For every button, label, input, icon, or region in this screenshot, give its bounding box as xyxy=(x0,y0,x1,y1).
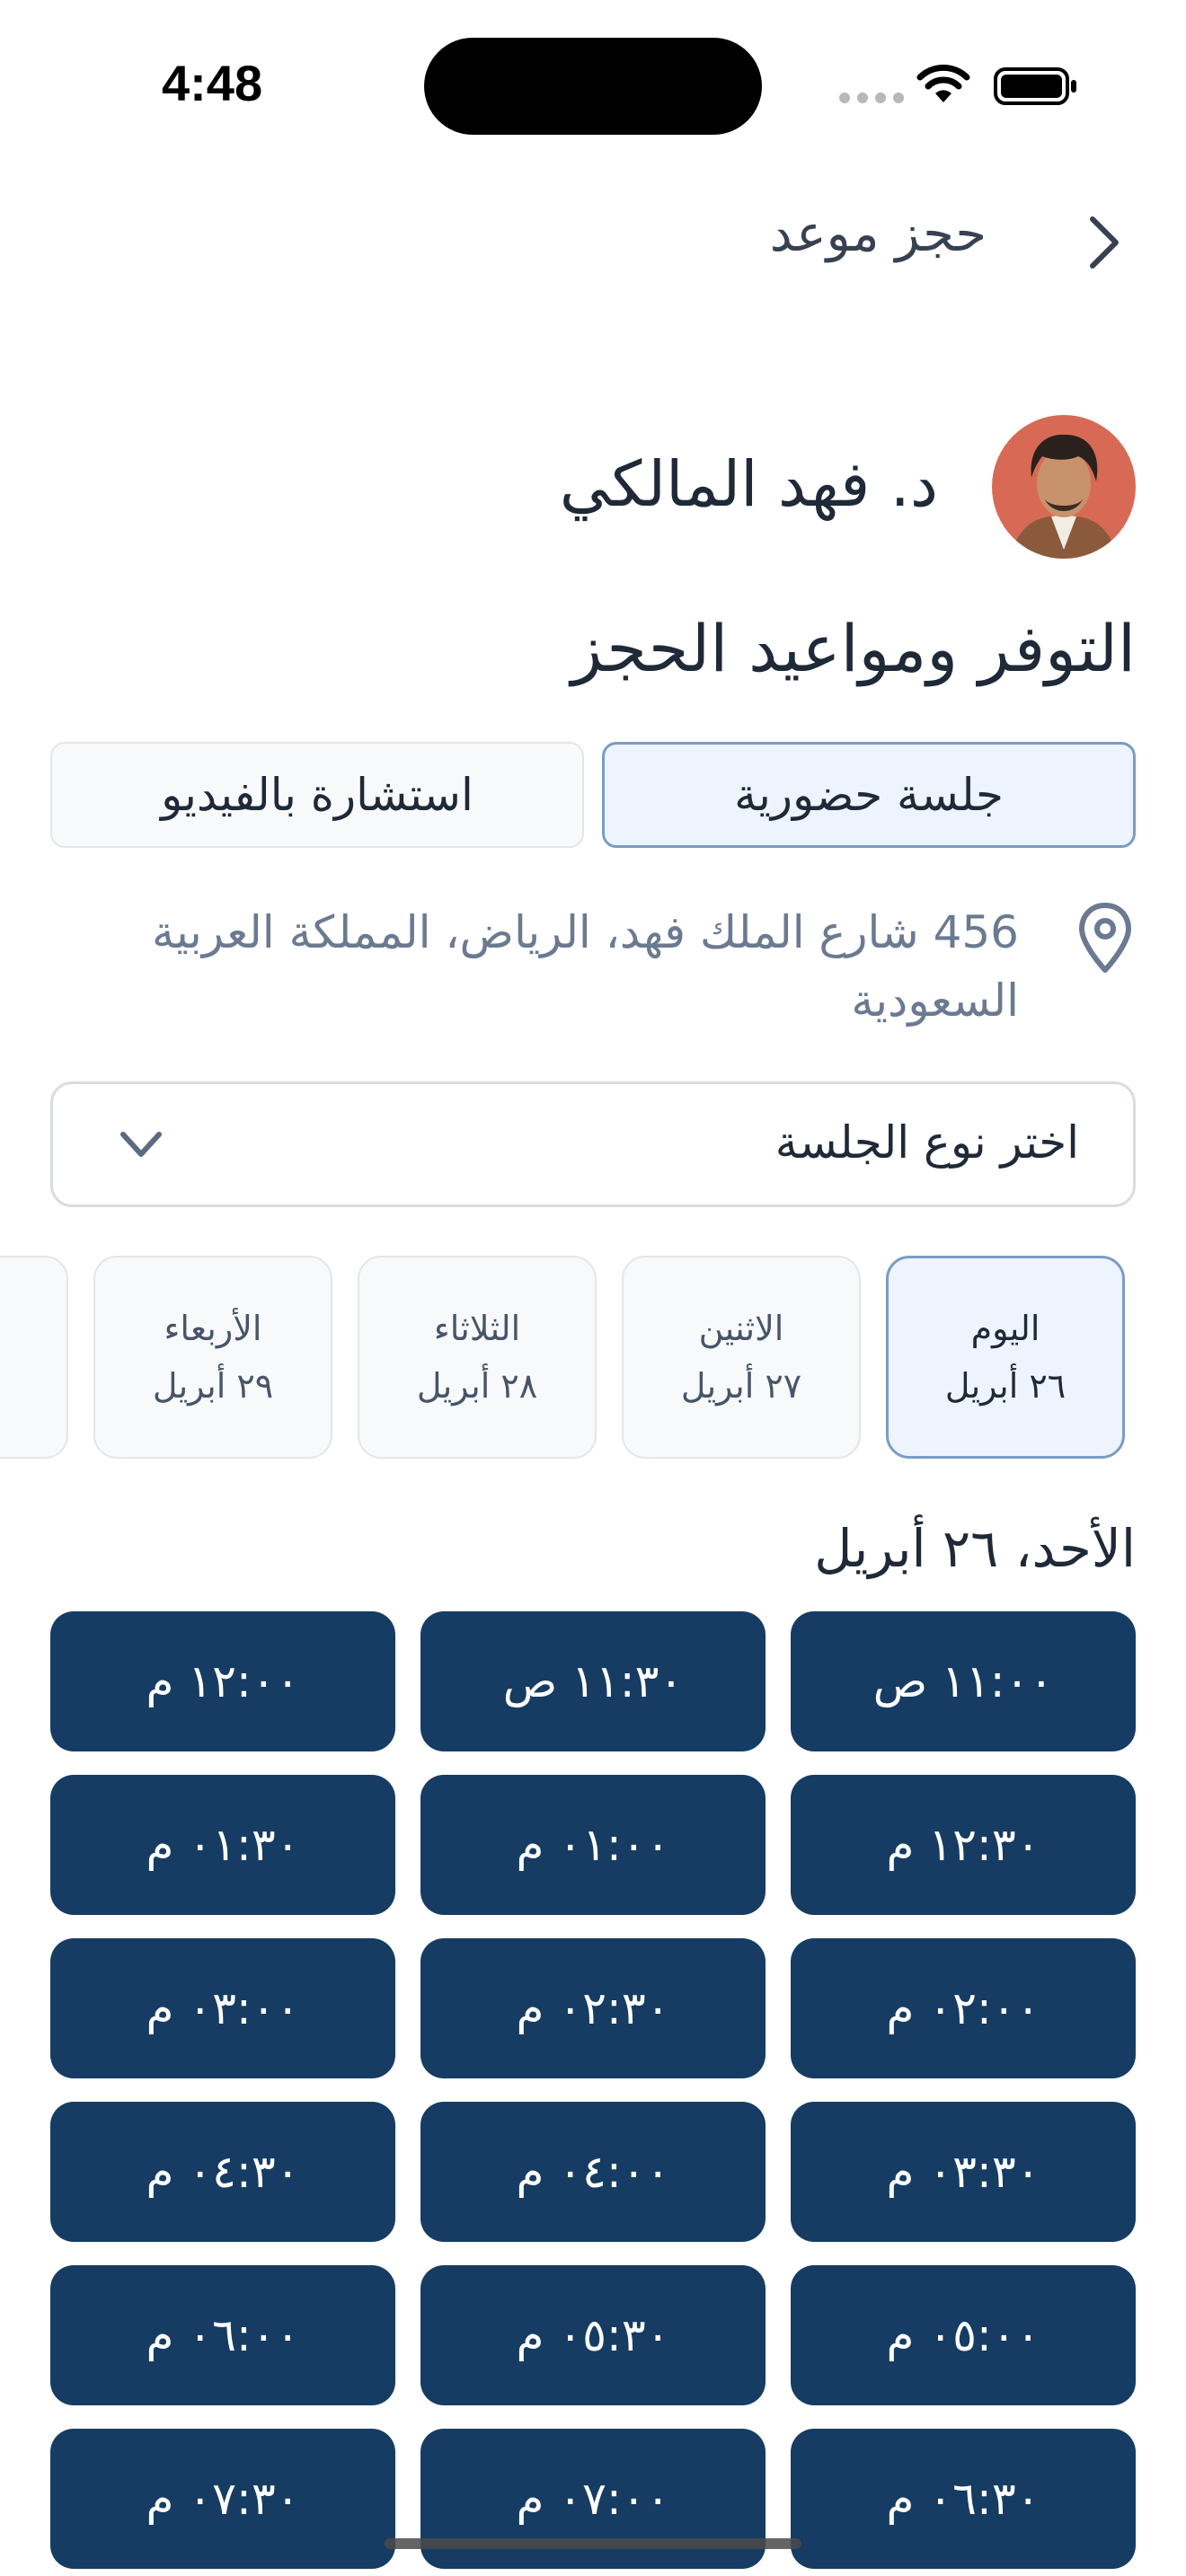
date-card-date: ٢٦ أبريل xyxy=(944,1366,1067,1406)
date-card-date: ٢٨ أبريل xyxy=(416,1366,538,1406)
date-card-tuesday[interactable]: الثلاثاء ٢٨ أبريل xyxy=(358,1256,597,1459)
date-card-day: اليوم xyxy=(970,1309,1040,1348)
tab-in-person-session[interactable]: جلسة حضورية xyxy=(602,742,1136,848)
back-button[interactable] xyxy=(1078,208,1132,277)
doctor-name: د. فهد المالكي xyxy=(559,447,938,521)
time-slot[interactable]: ٠٣:٠٠ م xyxy=(50,1938,395,2078)
date-card-today[interactable]: اليوم ٢٦ أبريل xyxy=(886,1256,1125,1459)
date-card-day: الاثنين xyxy=(698,1309,784,1348)
time-slot[interactable]: ٠٣:٣٠ م xyxy=(791,2102,1136,2242)
date-card-day: الأربعاء xyxy=(164,1309,262,1348)
time-slot[interactable]: ٠٥:٣٠ م xyxy=(420,2265,766,2405)
selected-day-heading: الأحد، ٢٦ أبريل xyxy=(814,1518,1136,1579)
time-slot[interactable]: ٠٢:٠٠ م xyxy=(791,1938,1136,2078)
time-slot[interactable]: ٠٤:٠٠ م xyxy=(420,2102,766,2242)
page-title: حجز موعد xyxy=(769,205,987,263)
home-indicator xyxy=(385,2538,801,2549)
time-slot[interactable]: ٠٦:٣٠ م xyxy=(791,2429,1136,2569)
date-selector[interactable]: اليوم ٢٦ أبريل الاثنين ٢٧ أبريل الثلاثاء… xyxy=(0,1254,1186,1462)
date-card-next[interactable] xyxy=(0,1256,68,1459)
clinic-address: 456 شارع الملك فهد، الرياض، المملكة العر… xyxy=(152,906,1019,1027)
session-type-select[interactable]: اختر نوع الجلسة xyxy=(50,1081,1136,1207)
section-title: التوفر ومواعيد الحجز xyxy=(571,611,1136,686)
chevron-right-icon xyxy=(1090,216,1119,269)
date-card-monday[interactable]: الاثنين ٢٧ أبريل xyxy=(622,1256,861,1459)
session-type-select-label: اختر نوع الجلسة xyxy=(774,1116,1079,1169)
time-slot[interactable]: ٠٢:٣٠ م xyxy=(420,1938,766,2078)
avatar xyxy=(992,415,1136,559)
wifi-icon xyxy=(916,64,970,102)
status-time: 4:48 xyxy=(162,55,263,111)
time-slot[interactable]: ١١:٣٠ ص xyxy=(420,1611,766,1751)
date-card-day: الثلاثاء xyxy=(433,1309,521,1348)
battery-icon xyxy=(994,67,1076,105)
tab-video-consultation[interactable]: استشارة بالفيديو xyxy=(50,742,584,848)
time-slot[interactable]: ٠٧:٣٠ م xyxy=(50,2429,395,2569)
time-slot[interactable]: ١١:٠٠ ص xyxy=(791,1611,1136,1751)
time-slot[interactable]: ٠٥:٠٠ م xyxy=(791,2265,1136,2405)
time-slot[interactable]: ٠٦:٠٠ م xyxy=(50,2265,395,2405)
time-slot[interactable]: ١٢:٣٠ م xyxy=(791,1775,1136,1915)
date-card-date: ٢٩ أبريل xyxy=(152,1366,274,1406)
dynamic-island xyxy=(424,38,762,135)
chevron-down-icon xyxy=(120,1132,162,1157)
time-slot[interactable]: ٠١:٣٠ م xyxy=(50,1775,395,1915)
time-slot[interactable]: ٠١:٠٠ م xyxy=(420,1775,766,1915)
location-pin-icon xyxy=(1079,903,1131,973)
date-card-date: ٢٧ أبريل xyxy=(680,1366,802,1406)
date-card-wednesday[interactable]: الأربعاء ٢٩ أبريل xyxy=(93,1256,332,1459)
time-slot[interactable]: ٠٤:٣٠ م xyxy=(50,2102,395,2242)
time-slot[interactable]: ١٢:٠٠ م xyxy=(50,1611,395,1751)
cellular-signal-icon xyxy=(839,93,904,103)
